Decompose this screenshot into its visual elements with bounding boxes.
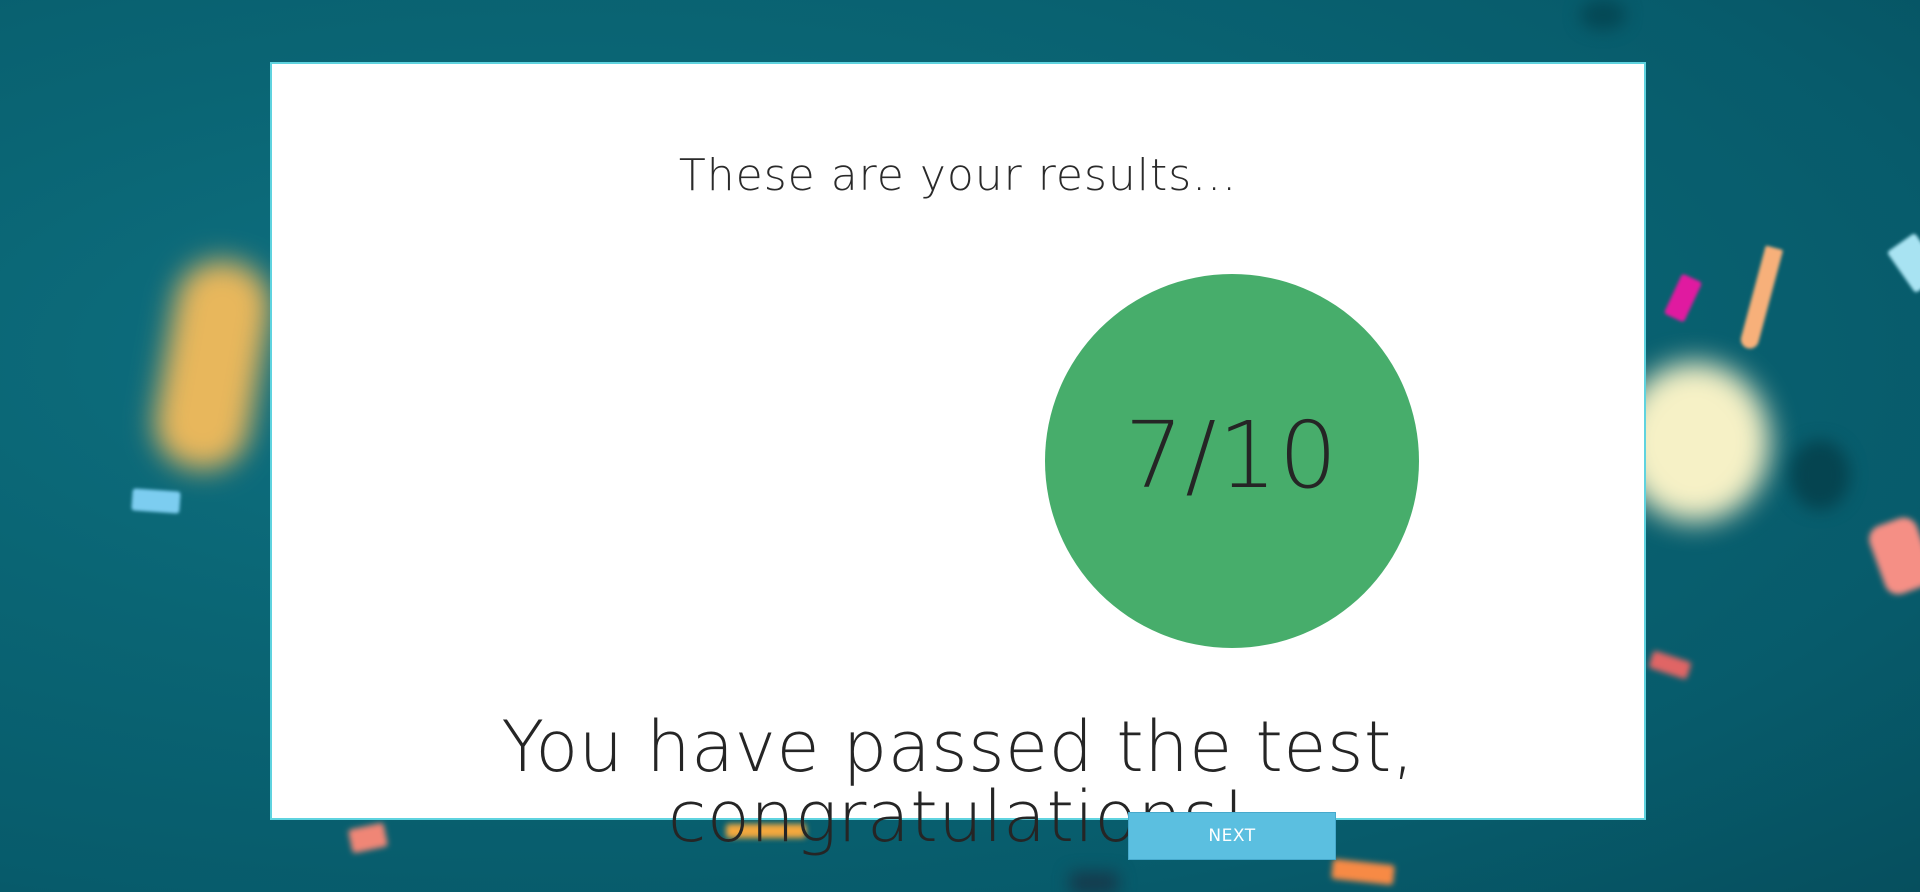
score-circle: 7/10 — [1045, 274, 1419, 648]
confetti-dark-shadow — [1790, 440, 1850, 510]
confetti-pink-right — [1865, 513, 1920, 599]
confetti-orange-sliver — [1738, 245, 1784, 351]
score-value: 7/10 — [1124, 401, 1340, 509]
confetti-dark-bottom — [1070, 872, 1118, 892]
confetti-red-right — [1648, 650, 1692, 680]
confetti-light-blue-corner — [1886, 232, 1920, 294]
next-button[interactable]: NEXT — [1128, 812, 1336, 860]
results-card: These are your results... 7/10 You have … — [270, 62, 1646, 860]
confetti-magenta — [1663, 273, 1703, 323]
confetti-blue-left — [131, 488, 181, 514]
confetti-dark-top — [1580, 0, 1626, 30]
confetti-blur-yellow — [147, 253, 278, 477]
confetti-orange-bottom-right — [1331, 858, 1395, 886]
results-heading: These are your results... — [678, 150, 1238, 201]
result-message: You have passed the test, congratulation… — [501, 706, 1415, 858]
